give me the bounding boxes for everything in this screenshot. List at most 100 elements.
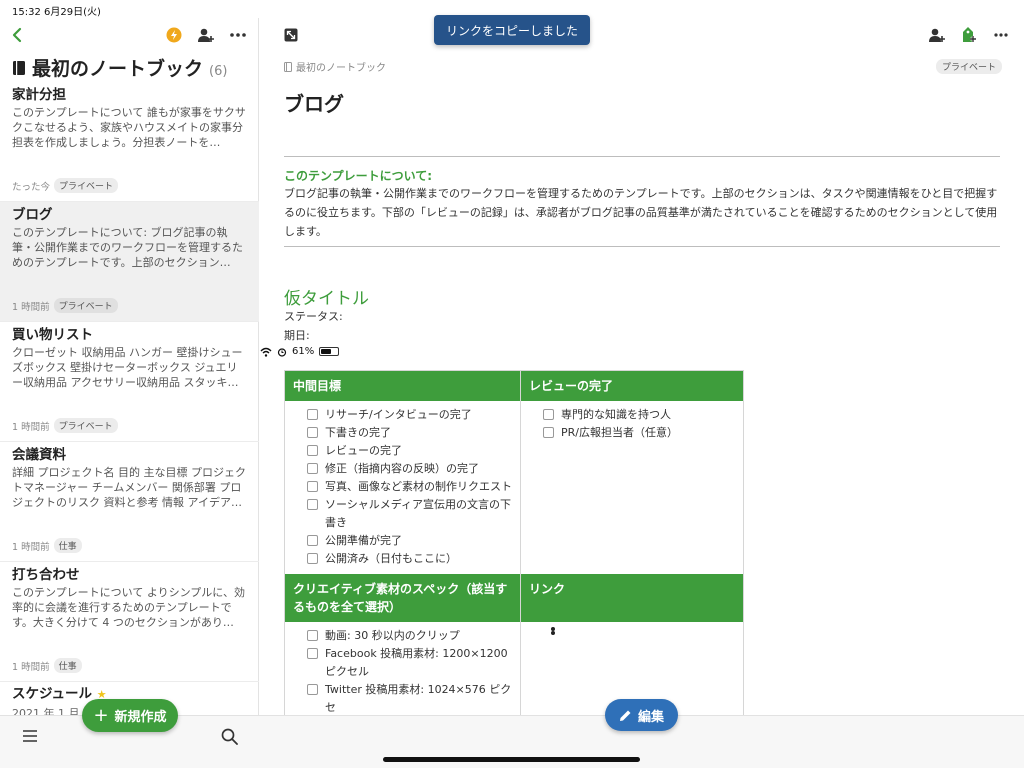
checkbox-icon[interactable] (307, 684, 318, 695)
checklist-item[interactable]: ソーシャルメディア宣伝用の文言の下書き (307, 496, 512, 532)
table-header-creative-specs: クリエイティブ素材のスペック（該当するものを全て選択） (285, 574, 521, 622)
checkbox-icon[interactable] (307, 630, 318, 641)
checklist-item[interactable]: 修正（指摘内容の反映）の完了 (307, 460, 512, 478)
checkbox-icon[interactable] (307, 535, 318, 546)
note-title[interactable]: ブログ (284, 88, 344, 117)
breadcrumb-notebook: 最初のノートブック (296, 63, 386, 74)
note-meta: 1 時間前 プライベート (12, 418, 118, 433)
note-item[interactable]: 会議資料 詳細 プロジェクト名 目的 主な目標 プロジェクトマネージャー チーム… (0, 442, 259, 562)
note-tag[interactable]: 仕事 (53, 658, 82, 673)
checkbox-icon[interactable] (307, 481, 318, 492)
note-meta: 1 時間前 仕事 (12, 538, 82, 553)
checkbox-icon[interactable] (543, 409, 554, 420)
bullet-item[interactable] (543, 631, 735, 635)
note-item[interactable]: 打ち合わせ このテンプレートについて よりシンプルに、効率的に会議を進行するため… (0, 562, 259, 682)
checklist-item[interactable]: 公開準備が完了 (307, 532, 512, 550)
plus-icon: + (93, 704, 109, 726)
note-snippet: 詳細 プロジェクト名 目的 主な目標 プロジェクトマネージャー チームメンバー … (12, 466, 246, 509)
checklist-item-label: 写真、画像など素材の制作リクエスト (325, 480, 512, 493)
checklist-item-label: PR/広報担当者（任意） (561, 426, 678, 439)
privacy-badge[interactable]: プライベート (935, 59, 1002, 74)
table-header-links: リンク (529, 582, 566, 596)
note-title: ブログ (12, 207, 53, 223)
checklist-item-label: 修正（指摘内容の反映）の完了 (325, 462, 479, 475)
note-editor-pane: 最初のノートブック プライベート ブログ このテンプレートについて: ブログ記事… (260, 18, 1024, 715)
note-meta: 1 時間前 仕事 (12, 658, 82, 673)
notebook-title: 最初のノートブック (32, 58, 204, 80)
search-icon[interactable] (219, 726, 239, 746)
expand-icon[interactable] (282, 26, 300, 44)
checkbox-icon[interactable] (307, 445, 318, 456)
table-row: リサーチ/インタビューの完了下書きの完了 レビューの完了修正（指摘内容の反映）の完… (285, 401, 743, 574)
checklist-item-label: 下書きの完了 (325, 426, 391, 439)
note-list-pane: 最初のノートブック (6) 家計分担 このテンプレートについて 誰もが家事をサク… (0, 18, 259, 768)
about-text: ブログ記事の執筆・公開作業までのワークフローを管理するためのテンプレートです。上… (284, 187, 998, 238)
checklist-item[interactable]: Twitter 投稿用素材: 1024×576 ピクセ (307, 681, 512, 715)
status-field-label: ステータス: (284, 310, 343, 323)
note-tag[interactable]: プライベート (53, 298, 118, 313)
more-options-icon[interactable] (992, 26, 1010, 44)
note-time: 1 時間前 (12, 541, 50, 553)
note-snippet: このテンプレートについて 誰もが家事をサクサクこなせるよう、家族やハウスメイトの… (12, 106, 246, 149)
table-header-milestones: 中間目標 (285, 371, 521, 401)
checklist-item[interactable]: 動画: 30 秒以内のクリップ (307, 627, 512, 645)
checklist-item[interactable]: Facebook 投稿用素材: 1200×1200 ピクセル (307, 645, 512, 681)
checkbox-icon[interactable] (307, 427, 318, 438)
checklist-item[interactable]: 専門的な知識を持つ人 (543, 406, 735, 424)
table-header-review: レビューの完了 (529, 379, 614, 393)
note-item[interactable]: 家計分担 このテンプレートについて 誰もが家事をサクサクこなせるよう、家族やハウ… (0, 82, 259, 202)
checklist-item[interactable]: 写真、画像など素材の制作リクエスト (307, 478, 512, 496)
edit-button[interactable]: 編集 (605, 699, 678, 731)
about-heading: このテンプレートについて: (284, 169, 433, 183)
breadcrumb[interactable]: 最初のノートブック (284, 59, 386, 74)
checklist-item[interactable]: 下書きの完了 (307, 424, 512, 442)
checklist-item-label: レビューの完了 (325, 444, 402, 457)
notebook-count: (6) (209, 64, 228, 79)
status-time: 15:32 6月29日(火) (12, 7, 101, 18)
note-title: 買い物リスト (12, 327, 93, 343)
checklist-item[interactable]: PR/広報担当者（任意） (543, 424, 735, 442)
share-user-icon[interactable] (197, 26, 215, 44)
share-user-icon[interactable] (928, 26, 946, 44)
notebook-header: 最初のノートブック (6) (12, 54, 227, 81)
checklist-item-label: ソーシャルメディア宣伝用の文言の下書き (325, 498, 512, 529)
note-item[interactable]: 買い物リスト クローゼット 収納用品 ハンガー 壁掛けシューズボックス 壁掛けセ… (0, 322, 259, 442)
checklist-item[interactable]: 公開済み（日付もここに） (307, 550, 512, 568)
checklist-item-label: 公開済み（日付もここに） (325, 552, 457, 565)
more-options-icon[interactable] (229, 26, 247, 44)
temp-title: 仮タイトル (284, 289, 369, 309)
add-tag-icon[interactable] (960, 25, 978, 45)
checklist-item[interactable]: レビューの完了 (307, 442, 512, 460)
note-tag[interactable]: 仕事 (53, 538, 82, 553)
checkbox-icon[interactable] (307, 463, 318, 474)
menu-icon[interactable] (20, 726, 40, 746)
table-header-row: クリエイティブ素材のスペック（該当するものを全て選択） リンク (285, 574, 743, 622)
note-item-selected[interactable]: ブログ このテンプレートについて: ブログ記事の執筆・公開作業までのワークフロー… (0, 202, 259, 322)
checkbox-icon[interactable] (307, 499, 318, 510)
note-time: 1 時間前 (12, 421, 50, 433)
new-note-label: 新規作成 (114, 710, 167, 725)
premium-bolt-icon[interactable] (166, 27, 182, 43)
checklist-item-label: 公開準備が完了 (325, 534, 402, 547)
checkbox-icon[interactable] (307, 553, 318, 564)
checkbox-icon[interactable] (307, 648, 318, 659)
due-date-field-label: 期日: (284, 329, 310, 342)
note-tag[interactable]: プライベート (54, 178, 119, 193)
new-note-button[interactable]: + 新規作成 (82, 699, 178, 732)
note-snippet: このテンプレートについて: ブログ記事の執筆・公開作業までのワークフローを管理す… (12, 226, 243, 269)
note-tag[interactable]: プライベート (53, 418, 118, 433)
table-row: 動画: 30 秒以内のクリップ Facebook 投稿用素材: 1200×1200… (285, 622, 743, 715)
notebook-icon (13, 60, 25, 75)
back-chevron-icon[interactable] (8, 26, 26, 44)
note-time: 1 時間前 (12, 661, 50, 673)
checkbox-icon[interactable] (307, 409, 318, 420)
note-time: たった今 (12, 181, 51, 193)
milestone-table: 中間目標 レビューの完了 リサーチ/インタビューの完了 下書きの完了 レビューの完了… (284, 370, 744, 715)
note-title: 家計分担 (12, 87, 66, 103)
note-meta: 1 時間前 プライベート (12, 298, 118, 313)
checkbox-icon[interactable] (543, 427, 554, 438)
note-snippet: このテンプレートについて よりシンプルに、効率的に会議を進行するためのテンプレー… (12, 586, 245, 629)
checklist-item[interactable]: リサーチ/インタビューの完了 (307, 406, 512, 424)
divider (284, 246, 1000, 247)
link-copied-toast: リンクをコピーしました (434, 15, 590, 45)
